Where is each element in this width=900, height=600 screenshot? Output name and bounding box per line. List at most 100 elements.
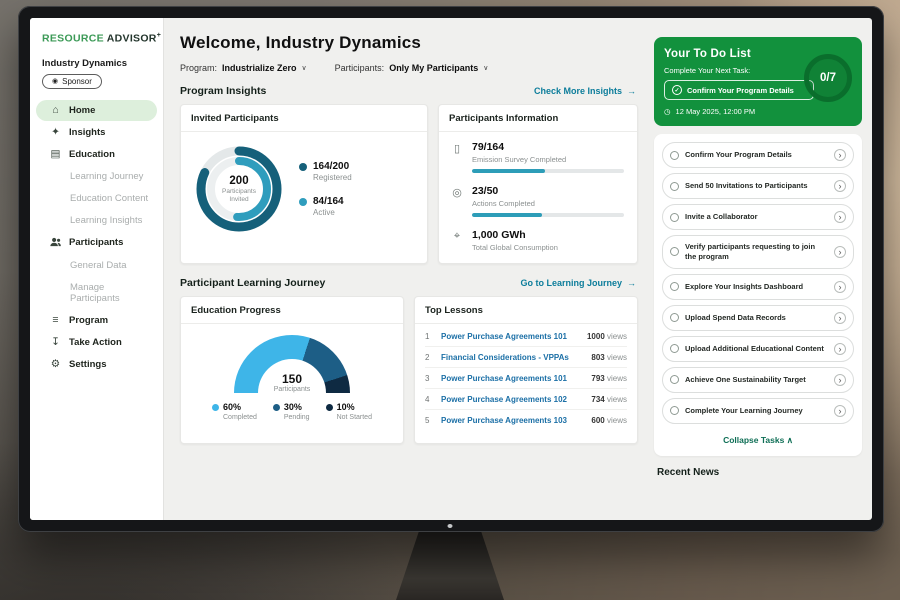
lesson-link[interactable]: Financial Considerations - VPPAs xyxy=(441,353,583,362)
chevron-right-icon[interactable]: › xyxy=(834,405,846,417)
participants-filter-value: Only My Participants xyxy=(389,63,478,73)
sidebar-item-participants[interactable]: Participants xyxy=(36,232,157,255)
task-row[interactable]: Explore Your Insights Dashboard › xyxy=(662,274,854,300)
recent-news-title: Recent News xyxy=(657,467,862,478)
invited-participants-card: Invited Participants 200 Partic xyxy=(180,104,428,264)
lesson-link[interactable]: Power Purchase Agreements 101 xyxy=(441,374,583,383)
page-title: Welcome, Industry Dynamics xyxy=(180,33,638,53)
check-more-insights-link[interactable]: Check More Insights → xyxy=(534,86,636,96)
sidebar-item-education[interactable]: ▤ Education xyxy=(36,144,157,165)
filter-bar: Program: Industrialize Zero ∨ Participan… xyxy=(180,63,638,73)
program-icon: ≡ xyxy=(49,315,62,326)
chevron-down-icon: ∨ xyxy=(483,64,488,72)
task-checkbox[interactable] xyxy=(670,375,679,384)
chevron-right-icon[interactable]: › xyxy=(834,149,846,161)
learning-cards-row: Education Progress 150 Participants xyxy=(180,296,638,444)
todo-progress-ring: 0/7 xyxy=(804,54,852,102)
arrow-right-icon: → xyxy=(627,86,636,96)
sidebar-item-take-action[interactable]: ↧ Take Action xyxy=(36,332,157,353)
task-row[interactable]: Achieve One Sustainability Target › xyxy=(662,367,854,393)
gauge-center-value: 150 xyxy=(234,372,350,386)
collapse-tasks-link[interactable]: Collapse Tasks ∧ xyxy=(662,429,854,450)
task-checkbox[interactable] xyxy=(670,151,679,160)
sidebar-item-education-content[interactable]: Education Content xyxy=(36,188,157,209)
logo-plus: + xyxy=(157,32,161,39)
task-label: Send 50 Invitations to Participants xyxy=(685,181,828,191)
task-row[interactable]: Verify participants requesting to join t… xyxy=(662,235,854,269)
task-row[interactable]: Confirm Your Program Details › xyxy=(662,142,854,168)
sidebar-item-program[interactable]: ≡ Program xyxy=(36,310,157,331)
task-row[interactable]: Upload Spend Data Records › xyxy=(662,305,854,331)
chevron-right-icon[interactable]: › xyxy=(834,246,846,258)
legend-item-not-started: 10% Not Started xyxy=(326,402,372,421)
program-filter-label: Program: xyxy=(180,63,217,73)
chevron-right-icon[interactable]: › xyxy=(834,281,846,293)
insights-icon: ✦ xyxy=(49,127,62,138)
task-checkbox[interactable] xyxy=(670,213,679,222)
chevron-right-icon[interactable]: › xyxy=(834,180,846,192)
task-checkbox[interactable] xyxy=(670,313,679,322)
stat-value: 1,000 GWh xyxy=(472,229,558,241)
survey-icon: ▯ xyxy=(451,141,463,173)
sidebar-item-label: Program xyxy=(69,315,108,326)
next-task-item[interactable]: ✓ Confirm Your Program Details xyxy=(664,80,814,100)
sidebar-item-learning-journey[interactable]: Learning Journey xyxy=(36,166,157,187)
chevron-right-icon[interactable]: › xyxy=(834,374,846,386)
link-label: Check More Insights xyxy=(534,86,622,96)
sidebar-item-general-data[interactable]: General Data xyxy=(36,255,157,276)
chevron-right-icon[interactable]: › xyxy=(834,343,846,355)
check-icon: ✓ xyxy=(672,85,682,95)
task-checkbox[interactable] xyxy=(670,282,679,291)
chevron-right-icon[interactable]: › xyxy=(834,312,846,324)
legend-item-pending: 30% Pending xyxy=(273,402,310,421)
sidebar-item-label: Participants xyxy=(69,237,123,248)
sponsor-badge[interactable]: ◉ Sponsor xyxy=(42,74,102,89)
sidebar-item-learning-insights[interactable]: Learning Insights xyxy=(36,210,157,231)
task-checkbox[interactable] xyxy=(670,406,679,415)
lesson-row: 4 Power Purchase Agreements 102 734 view… xyxy=(425,389,627,410)
chevron-up-icon: ∧ xyxy=(787,435,793,445)
legend-label: Pending xyxy=(284,414,310,421)
program-filter[interactable]: Program: Industrialize Zero ∨ xyxy=(180,63,307,73)
lesson-link[interactable]: Power Purchase Agreements 103 xyxy=(441,416,583,425)
home-icon: ⌂ xyxy=(49,105,62,116)
sidebar-item-insights[interactable]: ✦ Insights xyxy=(36,122,157,143)
lesson-views-unit: views xyxy=(605,353,627,362)
task-row[interactable]: Invite a Collaborator › xyxy=(662,204,854,230)
task-row[interactable]: Complete Your Learning Journey › xyxy=(662,398,854,424)
section-title: Program Insights xyxy=(180,85,266,97)
legend-dot xyxy=(299,163,307,171)
progress-fill xyxy=(472,169,545,173)
participants-filter[interactable]: Participants: Only My Participants ∨ xyxy=(335,63,489,73)
learning-journey-header: Participant Learning Journey Go to Learn… xyxy=(180,277,636,289)
go-to-learning-journey-link[interactable]: Go to Learning Journey → xyxy=(520,278,636,288)
stat-global-consumption: ⌖ 1,000 GWh Total Global Consumption xyxy=(451,229,625,257)
legend-label: Active xyxy=(313,208,344,217)
next-task-due: ◷ 12 May 2025, 12:00 PM xyxy=(664,107,852,116)
task-checkbox[interactable] xyxy=(670,182,679,191)
lesson-views: 734 xyxy=(591,395,604,404)
sidebar-item-settings[interactable]: ⚙ Settings xyxy=(36,354,157,375)
task-label: Confirm Your Program Details xyxy=(685,150,828,160)
legend-value: 30% xyxy=(284,402,302,412)
invited-donut-chart: 200 Participants Invited xyxy=(191,141,287,237)
sidebar-item-manage-participants[interactable]: Manage Participants xyxy=(36,277,157,309)
todo-progress-value: 0/7 xyxy=(820,72,836,84)
lesson-row: 2 Financial Considerations - VPPAs 803 v… xyxy=(425,347,627,368)
task-row[interactable]: Send 50 Invitations to Participants › xyxy=(662,173,854,199)
participants-information-card: Participants Information ▯ 79/164 Emissi… xyxy=(438,104,638,264)
task-label: Explore Your Insights Dashboard xyxy=(685,282,828,292)
lesson-link[interactable]: Power Purchase Agreements 102 xyxy=(441,395,583,404)
task-row[interactable]: Upload Additional Educational Content › xyxy=(662,336,854,362)
settings-icon: ⚙ xyxy=(49,359,62,370)
lesson-link[interactable]: Power Purchase Agreements 101 xyxy=(441,332,579,341)
sidebar-item-home[interactable]: ⌂ Home xyxy=(36,100,157,121)
card-title: Participants Information xyxy=(439,105,637,132)
sponsor-icon: ◉ xyxy=(52,77,58,85)
chevron-right-icon[interactable]: › xyxy=(834,211,846,223)
lesson-views-unit: views xyxy=(605,416,627,425)
top-lessons-card: Top Lessons 1 Power Purchase Agreements … xyxy=(414,296,638,444)
task-checkbox[interactable] xyxy=(670,247,679,256)
legend-label: Registered xyxy=(313,173,352,182)
task-checkbox[interactable] xyxy=(670,344,679,353)
